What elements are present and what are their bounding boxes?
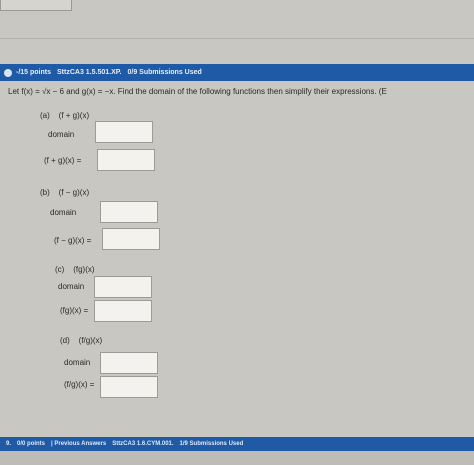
question-header: -/15 points SttzCA3 1.5.501.XP. 0/9 Subm… [0, 64, 474, 81]
part-d-domain-label: domain [64, 358, 91, 367]
part-a-domain-label: domain [48, 130, 75, 139]
part-a-label: (a) (f + g)(x) [40, 111, 90, 120]
next-question-points: 0/0 points [17, 441, 46, 447]
question-statement: Let f(x) = √x − 6 and g(x) = −x. Find th… [8, 87, 387, 96]
part-b-label: (b) (f − g)(x) [40, 188, 90, 197]
question-points: -/15 points [16, 69, 52, 76]
previous-answers-link[interactable]: | Previous Answers [51, 441, 106, 447]
part-c-label: (c) (fg)(x) [55, 265, 95, 274]
question-status-icon [4, 68, 12, 77]
part-c-domain-input[interactable] [94, 276, 152, 298]
page-background [0, 451, 474, 465]
part-d-label: (d) (f/g)(x) [60, 336, 103, 345]
part-c-expr-label: (fg)(x) = [60, 306, 89, 315]
part-c-expr-input[interactable] [94, 300, 152, 322]
part-a-domain-input[interactable] [95, 121, 153, 143]
part-b-domain-label: domain [50, 208, 77, 217]
part-b-expr-label: (f − g)(x) = [54, 236, 92, 245]
question-submissions: 0/9 Submissions Used [127, 69, 202, 76]
next-question-header: 9. 0/0 points | Previous Answers SttzCA3… [0, 437, 474, 451]
next-question-number: 9. [6, 441, 12, 447]
part-a-expr-input[interactable] [97, 149, 155, 171]
part-a-expr-label: (f + g)(x) = [44, 156, 82, 165]
next-question-code[interactable]: SttzCA3 1.6.CYM.001. [112, 441, 173, 447]
part-c-domain-label: domain [58, 282, 85, 291]
top-panel-edge [0, 0, 72, 11]
question-code[interactable]: SttzCA3 1.5.501.XP. [57, 69, 121, 76]
part-d-expr-input[interactable] [100, 376, 158, 398]
part-d-expr-label: (f/g)(x) = [64, 380, 95, 389]
part-b-expr-input[interactable] [102, 228, 160, 250]
divider [0, 38, 474, 39]
part-d-domain-input[interactable] [100, 352, 158, 374]
next-question-submissions: 1/9 Submissions Used [179, 441, 244, 447]
part-b-domain-input[interactable] [100, 201, 158, 223]
